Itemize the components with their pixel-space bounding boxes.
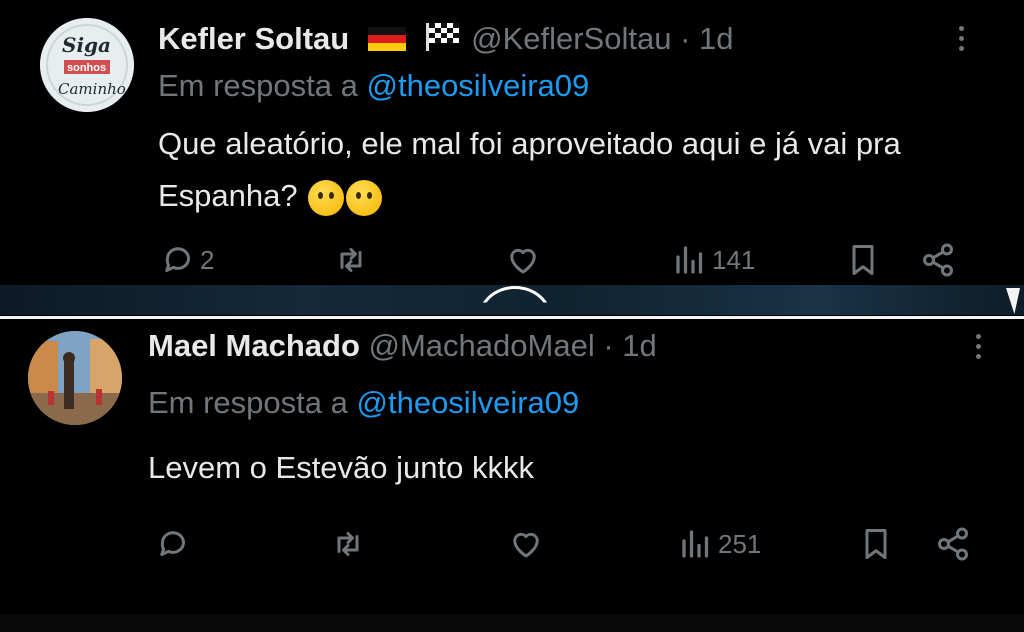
reply-count: 2 xyxy=(200,244,215,275)
checkered-flag-icon xyxy=(424,21,462,60)
views-count: 251 xyxy=(718,528,762,559)
reply-context: Em resposta a @theosilveira09 xyxy=(148,384,579,422)
retweet-icon xyxy=(337,532,359,556)
avatar[interactable]: Siga sonhos Caminho xyxy=(40,18,134,112)
screenshot-bottom-edge xyxy=(0,614,1024,632)
germany-flag-icon xyxy=(367,22,406,60)
reply-mention-link[interactable]: @theosilveira09 xyxy=(357,385,580,420)
timestamp[interactable]: 1d xyxy=(622,328,656,363)
svg-text:sonhos: sonhos xyxy=(67,62,106,74)
bookmark-icon xyxy=(865,529,887,559)
heart-icon xyxy=(513,532,539,558)
retweet-button[interactable] xyxy=(330,524,366,564)
bookmark-icon xyxy=(852,245,874,275)
share-button[interactable] xyxy=(920,240,956,280)
user-handle[interactable]: @KeflerSoltau xyxy=(471,21,671,56)
tweet-text-content: Que aleatório, ele mal foi aproveitado a… xyxy=(158,126,901,213)
display-name[interactable]: Mael Machado xyxy=(148,328,360,363)
tweet-text: Levem o Estevão junto kkkk xyxy=(148,442,968,494)
separator-dot: · xyxy=(603,328,614,363)
separator-dot: · xyxy=(680,21,691,56)
tweet-text: Que aleatório, ele mal foi aproveitado a… xyxy=(158,118,978,222)
tweet-actions: 2 141 xyxy=(0,240,1024,280)
tweet-text-content: Levem o Estevão junto kkkk xyxy=(148,450,534,485)
tweet-card[interactable]: Siga sonhos Caminho Kefler Soltau @Kefle… xyxy=(0,0,1024,285)
avatar-photo-image xyxy=(28,331,122,425)
like-button[interactable] xyxy=(505,240,541,280)
reply-button[interactable] xyxy=(155,524,195,564)
reply-icon xyxy=(165,247,190,272)
views-chart-icon xyxy=(682,530,709,558)
bookmark-button[interactable] xyxy=(858,524,894,564)
reply-prefix: Em resposta a xyxy=(148,385,348,420)
share-button[interactable] xyxy=(935,524,971,564)
tweet-actions: 251 xyxy=(0,524,1024,564)
views-chart-icon xyxy=(676,246,703,274)
views-button[interactable]: 141 xyxy=(672,240,755,280)
like-button[interactable] xyxy=(508,524,544,564)
reply-context: Em resposta a @theosilveira09 xyxy=(158,67,589,105)
thinking-face-emoji xyxy=(346,179,383,216)
tweet-header: Kefler Soltau @KeflerSoltau · 1d xyxy=(158,20,734,60)
reply-mention-link[interactable]: @theosilveira09 xyxy=(367,68,590,103)
reply-icon xyxy=(160,531,185,556)
bookmark-button[interactable] xyxy=(845,240,881,280)
views-count: 141 xyxy=(712,244,756,275)
thinking-face-emoji xyxy=(308,179,345,216)
avatar-logo-image: Siga sonhos Caminho xyxy=(40,18,134,112)
tweet-header: Mael Machado @MachadoMael · 1d xyxy=(148,327,657,365)
share-icon xyxy=(938,527,968,561)
more-options-icon[interactable] xyxy=(975,334,983,364)
retweet-icon xyxy=(340,248,362,272)
views-button[interactable]: 251 xyxy=(678,524,761,564)
svg-text:Caminho: Caminho xyxy=(58,80,126,98)
heart-icon xyxy=(510,248,536,274)
user-handle[interactable]: @MachadoMael xyxy=(369,328,595,363)
tweet-card[interactable]: Mael Machado @MachadoMael · 1d Em respos… xyxy=(0,319,1024,632)
share-icon xyxy=(923,243,953,277)
svg-text:Siga: Siga xyxy=(62,33,111,57)
display-name[interactable]: Kefler Soltau xyxy=(158,21,349,56)
timestamp[interactable]: 1d xyxy=(699,21,733,56)
retweet-button[interactable] xyxy=(333,240,369,280)
avatar[interactable] xyxy=(28,331,122,425)
reply-prefix: Em resposta a xyxy=(158,68,358,103)
reply-button[interactable]: 2 xyxy=(160,240,214,280)
more-options-icon[interactable] xyxy=(958,26,966,56)
